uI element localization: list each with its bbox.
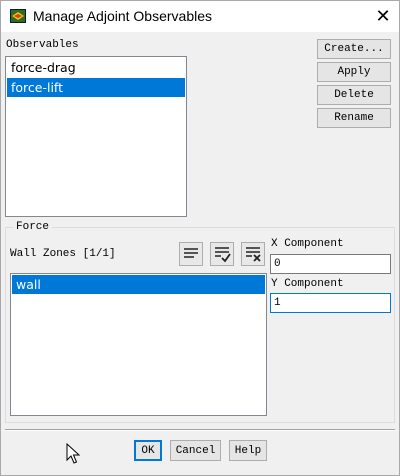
force-group-label: Force (13, 221, 53, 233)
deselect-all-icon (211, 247, 233, 269)
list-item-label: force-drag (11, 60, 76, 75)
x-component-field[interactable]: 0 (270, 254, 391, 274)
manage-adjoint-observables-dialog: Manage Adjoint Observables ✕ Observables… (0, 0, 400, 476)
y-component-field[interactable]: 1 (270, 293, 391, 313)
window-title: Manage Adjoint Observables (33, 8, 212, 24)
help-button[interactable]: Help (229, 440, 267, 461)
title-bar[interactable]: Manage Adjoint Observables ✕ (1, 1, 399, 32)
wall-zones-label: Wall Zones [1/1] (10, 248, 116, 260)
clear-selection-icon (242, 247, 264, 269)
deselect-all-button[interactable] (210, 242, 234, 266)
delete-button[interactable]: Delete (317, 85, 391, 105)
x-component-label: X Component (271, 238, 344, 250)
list-item[interactable]: force-drag (7, 58, 185, 77)
select-all-button[interactable] (179, 242, 203, 266)
app-icon (10, 9, 26, 23)
list-item[interactable]: wall (12, 275, 265, 294)
apply-button[interactable]: Apply (317, 62, 391, 82)
clear-selection-button[interactable] (241, 242, 265, 266)
close-icon: ✕ (375, 6, 391, 26)
list-item[interactable]: force-lift (7, 78, 185, 97)
footer-separator (5, 429, 395, 431)
rename-button[interactable]: Rename (317, 108, 391, 128)
cancel-button[interactable]: Cancel (170, 440, 221, 461)
close-button[interactable]: ✕ (367, 1, 399, 32)
y-component-label: Y Component (271, 278, 344, 290)
mouse-pointer-icon (66, 442, 81, 465)
observables-label: Observables (6, 39, 79, 51)
select-all-icon (180, 248, 202, 269)
list-item-label: wall (16, 277, 41, 292)
create-button[interactable]: Create... (317, 39, 391, 59)
ok-button[interactable]: OK (134, 440, 162, 461)
observables-list[interactable]: force-drag force-lift (5, 56, 187, 217)
list-item-label: force-lift (11, 80, 64, 95)
wall-zones-list[interactable]: wall (10, 273, 267, 416)
